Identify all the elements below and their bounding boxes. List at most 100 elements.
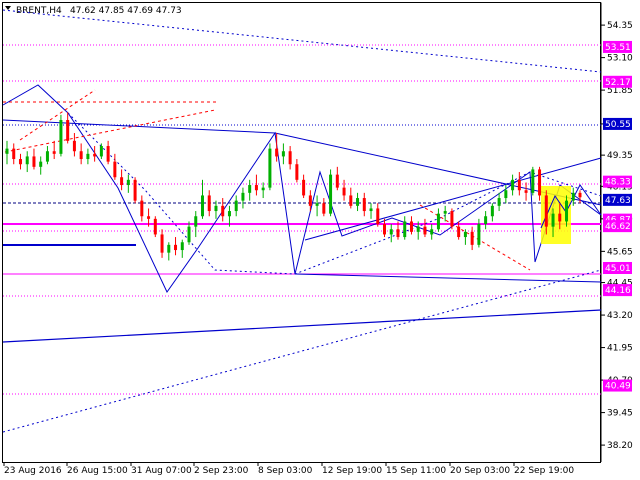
candle-body bbox=[342, 187, 346, 196]
candle-body bbox=[383, 224, 387, 235]
candle-body bbox=[544, 195, 548, 227]
price-tick-label: 43.20 bbox=[607, 311, 633, 321]
price-tag-label: 46.62 bbox=[605, 222, 631, 232]
candle-body bbox=[275, 148, 279, 157]
price-tag-label: 50.55 bbox=[605, 120, 631, 130]
red-dashed-trend-2 bbox=[19, 89, 96, 141]
candle-body bbox=[147, 216, 151, 219]
candle-body bbox=[396, 229, 400, 238]
candle-body bbox=[5, 148, 9, 154]
candle-body bbox=[281, 151, 285, 157]
price-tick-label: 53.10 bbox=[607, 54, 633, 64]
price-tick-label: 49.35 bbox=[607, 151, 633, 161]
candle-body bbox=[25, 156, 29, 165]
candle-body bbox=[268, 148, 272, 188]
price-tag-label: 52.17 bbox=[605, 78, 631, 88]
candle-body bbox=[517, 179, 521, 191]
wave-path-dotted bbox=[67, 112, 602, 275]
candle-body bbox=[356, 198, 360, 206]
candle-body bbox=[248, 185, 252, 193]
price-tag-label: 45.01 bbox=[605, 264, 631, 274]
symbol-timeframe: BRENT,H4 bbox=[16, 6, 62, 16]
candle-body bbox=[39, 161, 43, 167]
dotted-diagonal-lower bbox=[2, 269, 602, 433]
price-tag-label: 47.63 bbox=[605, 196, 631, 206]
candle-body bbox=[470, 231, 474, 245]
time-axis: 23 Aug 2016 26 Aug 15:00 31 Aug 07:00 2 Sep… bbox=[3, 462, 574, 476]
price-tick-label: 41.95 bbox=[607, 344, 633, 354]
price-tick-label: 38.20 bbox=[607, 441, 633, 451]
candle-body bbox=[214, 205, 218, 212]
candle-body bbox=[221, 205, 225, 217]
candle-body bbox=[106, 146, 110, 162]
candle-body bbox=[12, 148, 16, 160]
time-tick-label: 23 Aug 2016 bbox=[4, 466, 62, 476]
price-chart[interactable]: BRENT,H4 47.62 47.85 47.69 47.73 54.3553… bbox=[0, 0, 640, 480]
candle-body bbox=[79, 151, 83, 160]
candle-body bbox=[409, 221, 413, 232]
candle-body bbox=[32, 156, 36, 167]
candle-body bbox=[59, 120, 63, 154]
candle-body bbox=[477, 224, 481, 245]
candle-body bbox=[66, 120, 70, 141]
candle-body bbox=[484, 216, 488, 225]
candle-body bbox=[403, 221, 407, 238]
level-lines bbox=[3, 44, 601, 395]
candle-body bbox=[558, 213, 562, 222]
candle-body bbox=[234, 200, 238, 212]
candle-body bbox=[362, 198, 366, 212]
candle-body bbox=[200, 195, 204, 217]
candle-body bbox=[578, 192, 582, 198]
candle-body bbox=[180, 242, 184, 251]
candle-body bbox=[463, 231, 467, 238]
candle-body bbox=[153, 218, 157, 235]
price-tag-label: 53.51 bbox=[605, 43, 631, 53]
candle-body bbox=[524, 190, 528, 193]
time-tick-label: 8 Sep 03:00 bbox=[258, 466, 313, 476]
time-tick-label: 26 Aug 15:00 bbox=[67, 466, 128, 476]
candle-body bbox=[551, 213, 555, 227]
candle-body bbox=[302, 179, 306, 196]
time-tick-label: 31 Aug 07:00 bbox=[131, 466, 192, 476]
candle-body bbox=[571, 192, 575, 201]
price-tick-label: 54.35 bbox=[607, 21, 633, 31]
candle-body bbox=[565, 200, 569, 222]
price-tag-label: 40.49 bbox=[605, 382, 631, 392]
candle-body bbox=[490, 205, 494, 217]
time-tick-label: 12 Sep 19:00 bbox=[322, 466, 382, 476]
candle-body bbox=[18, 159, 22, 165]
ohlc-values: 47.62 47.85 47.69 47.73 bbox=[70, 6, 182, 16]
price-tag-label: 44.16 bbox=[605, 286, 631, 296]
candle-body bbox=[443, 211, 447, 214]
candle-body bbox=[207, 195, 211, 212]
candle-body bbox=[174, 244, 178, 251]
red-dashed-trend-3 bbox=[419, 204, 531, 271]
candle-body bbox=[86, 153, 90, 160]
candle-body bbox=[335, 174, 339, 188]
candle-body bbox=[227, 211, 231, 217]
candle-body bbox=[126, 179, 130, 186]
candle-body bbox=[120, 177, 124, 186]
candle-body bbox=[511, 179, 515, 191]
candle-body bbox=[295, 164, 299, 180]
candle-body bbox=[167, 244, 171, 253]
candle-body bbox=[457, 226, 461, 238]
time-tick-label: 2 Sep 23:00 bbox=[194, 466, 249, 476]
analysis-drawings bbox=[2, 9, 602, 433]
candle-body bbox=[241, 192, 245, 201]
candle-body bbox=[93, 153, 97, 157]
candle-body bbox=[369, 208, 373, 212]
candle-body bbox=[376, 208, 380, 225]
candle-body bbox=[531, 169, 535, 193]
dropdown-triangle-icon[interactable] bbox=[5, 6, 11, 10]
candle-body bbox=[416, 226, 420, 232]
time-tick-label: 22 Sep 19:00 bbox=[514, 466, 574, 476]
time-tick-label: 15 Sep 11:00 bbox=[386, 466, 446, 476]
time-tick-label: 20 Sep 03:00 bbox=[450, 466, 510, 476]
candle-body bbox=[349, 195, 353, 206]
candle-body bbox=[504, 190, 508, 199]
candle-body bbox=[72, 140, 76, 152]
price-tick-label: 39.45 bbox=[607, 409, 633, 419]
candle-body bbox=[113, 161, 117, 178]
candle-body bbox=[261, 187, 265, 191]
